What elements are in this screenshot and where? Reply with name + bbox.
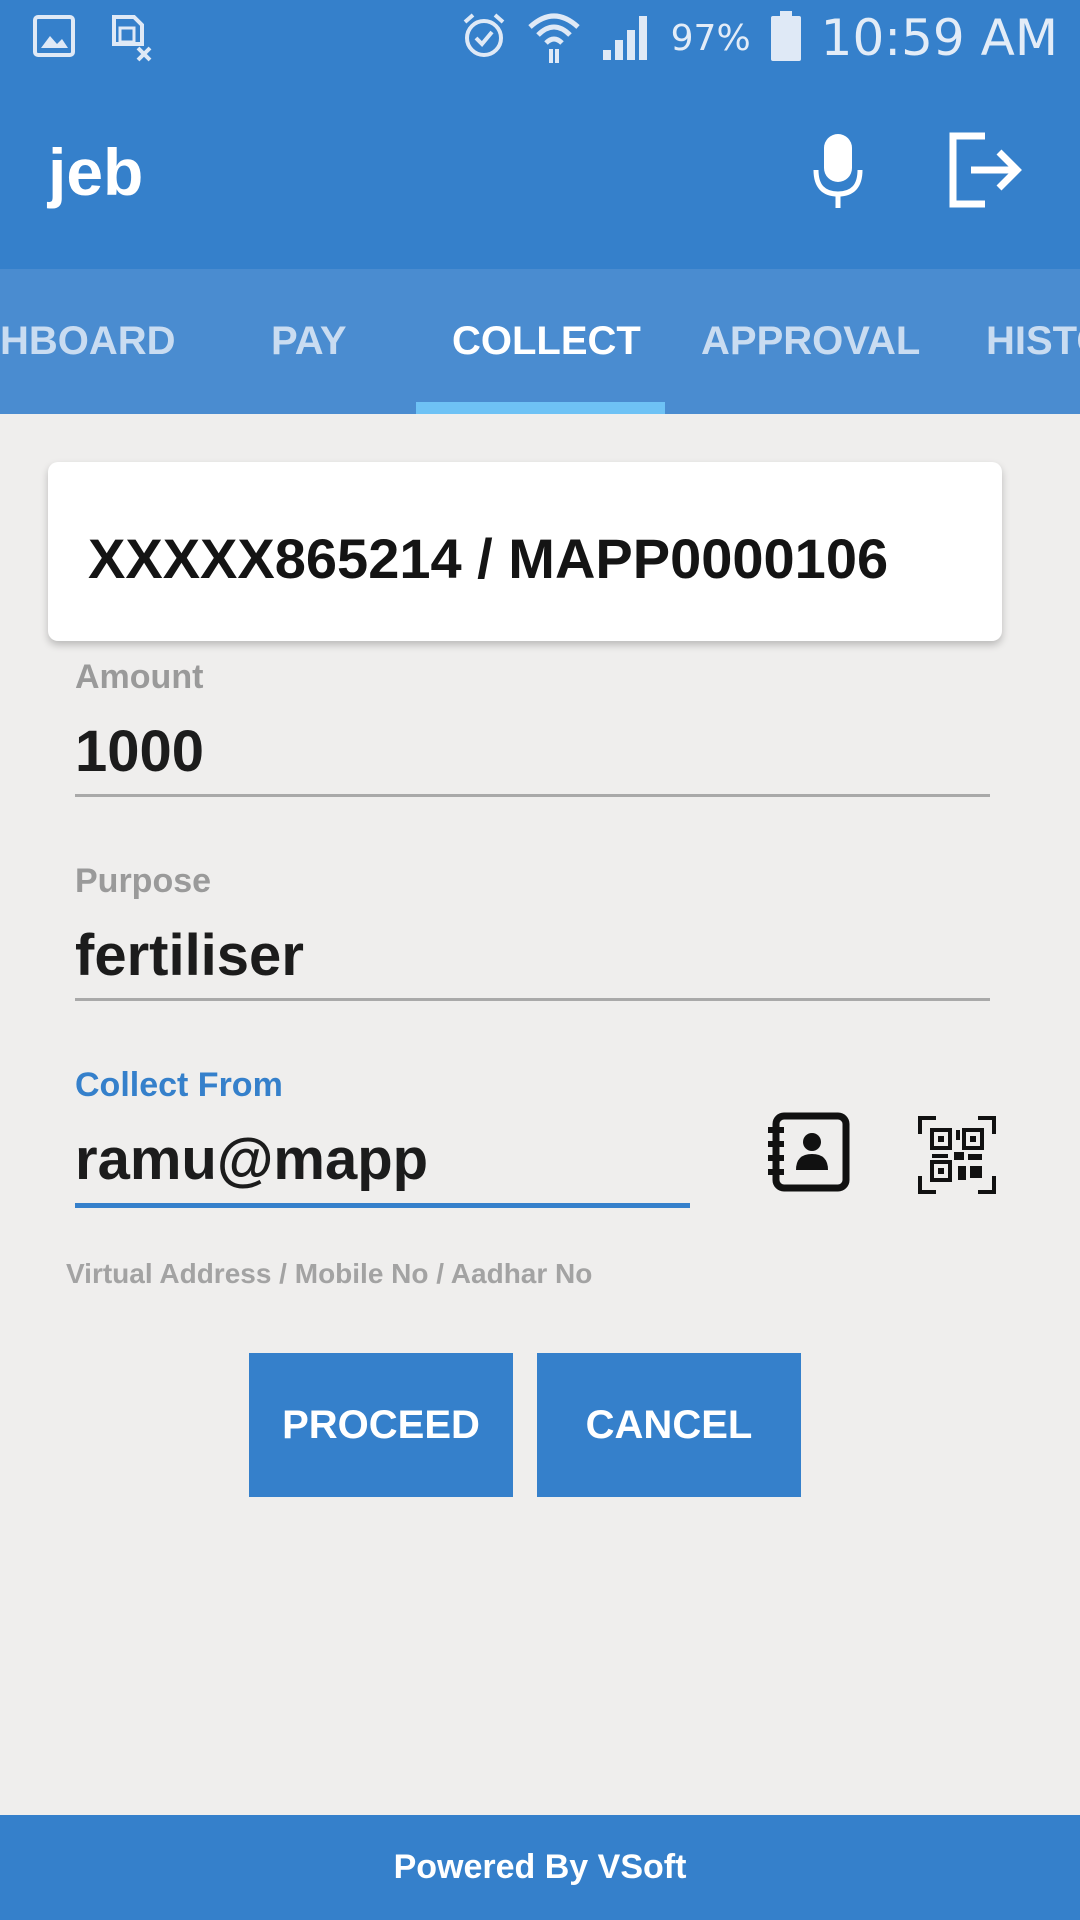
collect-from-underline — [75, 1203, 690, 1208]
alarm-icon — [461, 12, 507, 65]
account-number: XXXXX865214 / MAPP0000106 — [88, 527, 889, 590]
status-bar: 97% 10:59 AM — [0, 0, 1080, 76]
qr-code-icon[interactable] — [918, 1116, 996, 1194]
collect-from-input[interactable]: ramu@mapp — [75, 1126, 428, 1193]
tab-dashboard[interactable]: HBOARD — [0, 269, 176, 414]
footer: Powered By VSoft — [0, 1815, 1080, 1920]
battery-icon — [770, 10, 801, 66]
purpose-underline — [75, 998, 990, 1001]
cancel-button[interactable]: CANCEL — [537, 1353, 801, 1497]
logout-icon[interactable] — [945, 130, 1025, 210]
tab-pay[interactable]: PAY — [271, 269, 347, 414]
amount-underline — [75, 794, 990, 797]
purpose-label: Purpose — [75, 862, 212, 900]
wifi-icon — [527, 9, 581, 68]
amount-input[interactable]: 1000 — [75, 718, 204, 785]
amount-label: Amount — [75, 658, 204, 696]
clock: 10:59 AM — [820, 9, 1058, 67]
account-card[interactable]: XXXXX865214 / MAPP0000106 — [48, 462, 1002, 641]
proceed-button[interactable]: PROCEED — [249, 1353, 513, 1497]
sim-blocked-icon — [110, 14, 154, 67]
tab-bar: HBOARD PAY COLLECT APPROVAL HISTO — [0, 269, 1080, 414]
app-bar: jeb — [0, 76, 1080, 269]
signal-icon — [601, 12, 651, 65]
battery-percent: 97% — [670, 17, 751, 59]
footer-text: Powered By VSoft — [393, 1848, 687, 1886]
purpose-input[interactable]: fertiliser — [75, 922, 304, 989]
gallery-icon — [32, 14, 76, 67]
tab-approval[interactable]: APPROVAL — [701, 269, 920, 414]
microphone-icon[interactable] — [808, 132, 868, 212]
contact-book-icon[interactable] — [766, 1112, 850, 1192]
tab-history[interactable]: HISTO — [986, 269, 1080, 414]
collect-from-label: Collect From — [75, 1066, 283, 1104]
app-title: jeb — [48, 135, 144, 209]
tab-collect[interactable]: COLLECT — [452, 269, 641, 414]
collect-from-hint: Virtual Address / Mobile No / Aadhar No — [66, 1258, 593, 1289]
active-tab-indicator — [416, 402, 665, 414]
